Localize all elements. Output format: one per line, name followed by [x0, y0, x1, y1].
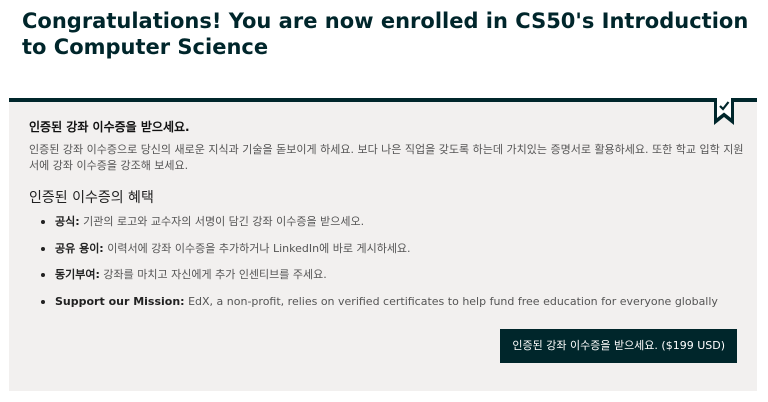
benefit-label: 공식: — [55, 215, 80, 228]
page-title: Congratulations! You are now enrolled in… — [22, 9, 749, 59]
benefit-item-official: 공식: 기관의 로고와 교수자의 서명이 담긴 강좌 이수증을 받으세오. — [29, 214, 744, 241]
benefit-text: 강좌를 마치고 자신에게 추가 인센티브를 주세요. — [99, 268, 327, 281]
benefit-label: 공유 용이: — [55, 241, 104, 255]
benefits-heading: 인증된 이수증의 혜택 — [29, 190, 154, 206]
benefit-item-motivating: 동기부여: 강좌를 마치고 자신에게 추가 인센티브를 주세요. — [29, 267, 744, 294]
benefit-text: 기관의 로고와 교수자의 서명이 담긴 강좌 이수증을 받으세오. — [79, 215, 365, 228]
upsell-description: 인증된 강좌 이수증으로 당신의 새로운 지식과 기술을 돋보이게 하세요. 보… — [29, 143, 744, 172]
upgrade-button[interactable]: 인증된 강좌 이수증을 받으세요. ($199 USD) — [500, 329, 737, 363]
benefit-text: 이력서에 강좌 이수증을 추가하거나 LinkedIn에 바로 게시하세요. — [103, 241, 411, 255]
bookmark-check-icon — [714, 98, 734, 125]
benefit-item-mission: Support our Mission: EdX, a non-profit, … — [29, 294, 744, 321]
benefits-list: 공식: 기관의 로고와 교수자의 서명이 담긴 강좌 이수증을 받으세오. 공유… — [29, 214, 744, 320]
verified-upsell-panel: 인증된 강좌 이수증을 받으세요. 인증된 강좌 이수증으로 당신의 새로운 지… — [9, 98, 757, 391]
benefit-label: Support our Mission: — [55, 294, 185, 308]
benefit-item-shareable: 공유 용이: 이력서에 강좌 이수증을 추가하거나 LinkedIn에 바로 게… — [29, 241, 744, 268]
upsell-title: 인증된 강좌 이수증을 받으세요. — [29, 120, 190, 134]
benefit-label: 동기부여: — [55, 268, 100, 281]
benefit-text: EdX, a non-profit, relies on verified ce… — [184, 294, 718, 308]
